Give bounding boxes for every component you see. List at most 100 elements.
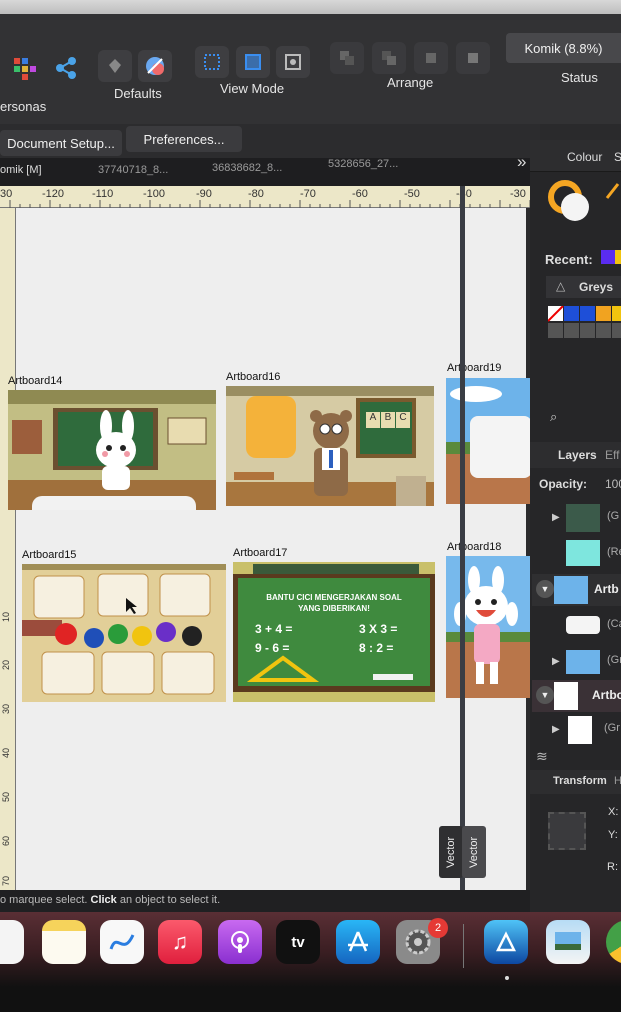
colour-wheel-icon[interactable] xyxy=(548,180,592,224)
document-status-button[interactable]: Komik (8.8%) xyxy=(506,33,621,63)
swatch-grid[interactable] xyxy=(547,305,621,338)
layers-stack-icon[interactable]: ≋ xyxy=(536,748,548,765)
layer-row[interactable]: ▼ Artb xyxy=(532,574,621,606)
tab-layers[interactable]: Layers xyxy=(558,448,597,462)
affinity-designer-icon[interactable] xyxy=(484,920,528,964)
document-setup-button[interactable]: Document Setup... xyxy=(0,130,122,156)
search-icon[interactable]: ⌕ xyxy=(550,409,557,425)
artboard16[interactable]: A B C xyxy=(226,386,434,506)
artboard19-label[interactable]: Artboard19 xyxy=(447,362,501,374)
layer-row[interactable]: ▶ (G xyxy=(532,502,621,534)
layer-name: (Gr xyxy=(604,722,620,734)
artboard15-label[interactable]: Artboard15 xyxy=(22,549,76,561)
guide-line[interactable] xyxy=(460,186,465,890)
layer-name: (Re xyxy=(607,546,621,558)
arrange-backward-button[interactable] xyxy=(372,42,406,74)
notes-icon[interactable] xyxy=(42,920,86,964)
layer-thumbnail xyxy=(554,682,578,710)
equation-4: 8 : 2 = xyxy=(359,641,394,655)
greys-selector[interactable]: △ Greys xyxy=(546,276,621,298)
vertical-ruler: 10 20 30 40 50 60 70 xyxy=(0,208,16,890)
artboard18[interactable] xyxy=(446,556,530,698)
y-label: Y: xyxy=(608,829,618,841)
tv-label: tv xyxy=(291,933,305,951)
x-label: X: xyxy=(608,806,619,818)
artboard16-illustration xyxy=(226,386,434,506)
podcasts-icon[interactable] xyxy=(218,920,262,964)
layer-row[interactable]: ▼ Artbo xyxy=(532,680,621,712)
preferences-button[interactable]: Preferences... xyxy=(126,126,242,152)
view-mode-retina-button[interactable] xyxy=(276,46,310,78)
artboard14-label[interactable]: Artboard14 xyxy=(8,375,62,387)
artboard17-label[interactable]: Artboard17 xyxy=(233,547,287,559)
layer-row[interactable]: (Re xyxy=(532,538,621,570)
layer-name: Artbo xyxy=(592,688,621,702)
anchor-selector[interactable] xyxy=(548,812,586,850)
dock-app-partial[interactable] xyxy=(0,920,24,964)
tabs-overflow-button[interactable]: » xyxy=(517,152,526,172)
collapse-arrow-icon[interactable]: ▼ xyxy=(536,580,554,598)
status-bar: o marquee select. Click an object to sel… xyxy=(0,890,621,912)
personas-label: ersonas xyxy=(0,99,47,114)
expand-arrow-icon[interactable]: ▶ xyxy=(552,724,560,735)
layer-row[interactable]: ▶ (Gr xyxy=(532,714,621,746)
tab-colour[interactable]: Colour xyxy=(567,150,602,164)
opacity-value[interactable]: 100 xyxy=(605,477,621,491)
ruler-label: -60 xyxy=(352,188,368,200)
arrange-forward-button[interactable] xyxy=(414,42,448,74)
screen-bezel xyxy=(0,0,621,14)
abc-block-c: C xyxy=(396,412,410,428)
equation-1: 3 + 4 = xyxy=(255,622,293,636)
defaults-swap-button[interactable] xyxy=(138,50,172,82)
app-store-icon[interactable] xyxy=(336,920,380,964)
tab-doc-2[interactable]: 36838682_8... xyxy=(212,162,282,174)
tab-komik[interactable]: omik [M] xyxy=(0,164,42,176)
eyedropper-icon[interactable] xyxy=(604,180,621,200)
ruler-label: -50 xyxy=(404,188,420,200)
preview-icon[interactable] xyxy=(546,920,590,964)
arrange-front-button[interactable] xyxy=(456,42,490,74)
tab-effects[interactable]: Eff xyxy=(605,448,619,462)
apple-tv-icon[interactable]: tv xyxy=(276,920,320,964)
layer-name: (Gr xyxy=(607,654,621,666)
view-mode-pixel-button[interactable] xyxy=(236,46,270,78)
artboard18-label[interactable]: Artboard18 xyxy=(447,541,501,553)
layer-thumbnail xyxy=(566,540,600,566)
artboard14[interactable] xyxy=(8,390,216,510)
view-mode-vector-button[interactable] xyxy=(195,46,229,78)
ruler-label: 40 xyxy=(1,747,11,758)
expand-arrow-icon[interactable]: ▶ xyxy=(552,512,560,523)
recent-label: Recent: xyxy=(545,252,593,267)
artboard19[interactable] xyxy=(446,378,530,504)
layer-thumbnail xyxy=(566,650,600,674)
artboard16-label[interactable]: Artboard16 xyxy=(226,371,280,383)
arrange-back-button[interactable] xyxy=(330,42,364,74)
document-tabs: omik [M] 37740718_8... 36838682_8... 532… xyxy=(0,152,540,186)
artboard15[interactable] xyxy=(22,564,226,702)
opacity-label: Opacity: xyxy=(539,477,588,491)
personas-icon[interactable] xyxy=(12,56,38,82)
layer-row[interactable]: ▶ (Gr xyxy=(532,646,621,678)
defaults-fill-button[interactable] xyxy=(98,50,132,82)
recent-swatch-purple[interactable] xyxy=(601,250,615,264)
tab-swatches[interactable]: S xyxy=(614,150,621,164)
music-icon[interactable]: ♫ xyxy=(158,920,202,964)
artboard17[interactable]: BANTU CICI MENGERJAKAN SOAL YANG DIBERIK… xyxy=(233,562,435,702)
tab-history[interactable]: H xyxy=(614,775,621,787)
expand-arrow-icon[interactable]: ▶ xyxy=(552,656,560,667)
tab-transform[interactable]: Transform xyxy=(553,775,607,787)
tab-doc-3[interactable]: 5328656_27... xyxy=(328,158,398,170)
status-bold: Click xyxy=(90,894,117,906)
share-icon[interactable] xyxy=(54,56,78,80)
badge-count: 2 xyxy=(434,922,442,934)
status-label: Status xyxy=(561,70,598,85)
artboard14-illustration xyxy=(8,390,216,510)
tab-doc-1[interactable]: 37740718_8... xyxy=(98,164,168,176)
view-mode-label: View Mode xyxy=(220,81,285,96)
ruler-label: -110 xyxy=(92,188,114,200)
freeform-icon[interactable] xyxy=(100,920,144,964)
recent-swatch-yellow[interactable] xyxy=(615,250,621,264)
layer-row[interactable]: (Ca xyxy=(532,610,621,642)
ruler-label: -120 xyxy=(42,188,65,200)
collapse-arrow-icon[interactable]: ▼ xyxy=(536,686,554,704)
